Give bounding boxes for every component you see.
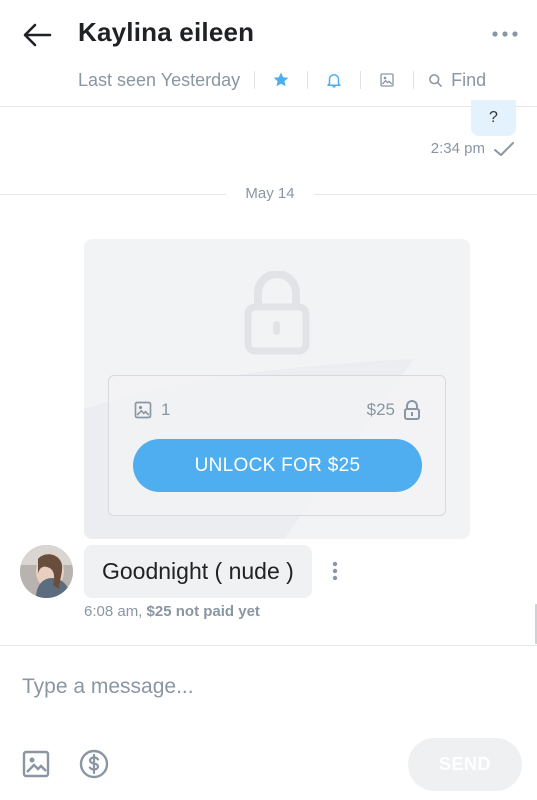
payment-status: $25 not paid yet — [146, 603, 260, 620]
image-icon — [380, 73, 394, 87]
sent-message-bubble[interactable]: ? — [471, 100, 516, 136]
unlock-button[interactable]: UNLOCK FOR $25 — [133, 439, 422, 492]
price-tag: $25 — [367, 400, 421, 420]
date-divider: May 14 — [0, 184, 537, 204]
notifications-button[interactable] — [322, 68, 346, 92]
checkmark-icon — [494, 141, 514, 156]
lock-icon — [244, 271, 310, 355]
image-icon — [134, 401, 152, 419]
message-composer: SEND — [0, 645, 537, 800]
back-button[interactable] — [20, 20, 54, 50]
search-icon — [429, 73, 443, 87]
received-message-time: 6:08 am, — [84, 603, 143, 620]
message-input[interactable] — [22, 670, 502, 704]
find-button[interactable]: Find — [428, 70, 486, 91]
more-vertical-icon — [332, 561, 338, 581]
star-icon — [273, 72, 289, 87]
media-count: 1 — [133, 400, 170, 420]
divider — [254, 71, 256, 89]
locked-media-card[interactable]: 1 $25 UNLOCK FOR $25 — [84, 239, 470, 539]
sent-message-text: ? — [489, 109, 498, 126]
unlock-panel: 1 $25 UNLOCK FOR $25 — [108, 375, 446, 516]
received-message-bubble[interactable]: Goodnight ( nude ) — [84, 545, 312, 598]
lock-icon — [404, 400, 420, 420]
divider — [360, 71, 362, 89]
more-horizontal-icon — [492, 31, 518, 37]
attach-media-button[interactable] — [19, 747, 53, 781]
chat-subbar: Last seen Yesterday Find — [78, 66, 486, 94]
chat-title[interactable]: Kaylina eileen — [78, 17, 254, 48]
sent-message-meta: 2:34 pm — [431, 140, 515, 157]
arrow-left-icon — [23, 23, 52, 47]
sent-message-time: 2:34 pm — [430, 140, 485, 157]
media-count-value: 1 — [161, 400, 171, 419]
unlock-info-row: 1 $25 — [133, 398, 421, 422]
set-price-button[interactable] — [77, 747, 111, 781]
received-message-text: Goodnight ( nude ) — [102, 558, 294, 584]
message-options-button[interactable] — [326, 558, 344, 584]
last-seen-status: Last seen Yesterday — [78, 69, 241, 90]
find-label: Find — [451, 69, 487, 90]
media-gallery-button[interactable] — [375, 68, 399, 92]
favorite-button[interactable] — [269, 68, 293, 92]
price-value: $25 — [366, 400, 395, 419]
dollar-circle-icon — [79, 749, 109, 779]
received-message-meta: 6:08 am, $25 not paid yet — [84, 603, 260, 620]
date-label: May 14 — [245, 185, 295, 202]
avatar[interactable] — [20, 545, 73, 598]
send-button[interactable]: SEND — [408, 738, 522, 791]
bell-icon — [327, 74, 341, 88]
more-options-button[interactable] — [491, 22, 519, 46]
divider — [307, 71, 309, 89]
image-icon — [22, 750, 50, 778]
divider — [413, 71, 415, 89]
chat-header: Kaylina eileen Last seen Yesterday Find — [0, 0, 537, 107]
avatar-image — [20, 545, 73, 598]
